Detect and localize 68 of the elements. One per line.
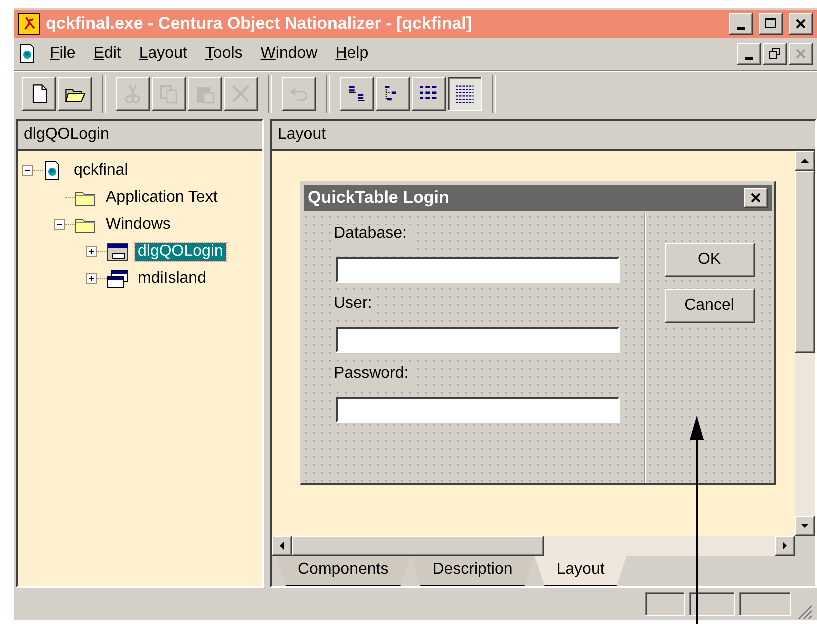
minimize-button[interactable] xyxy=(729,13,753,35)
scroll-thumb[interactable] xyxy=(292,536,544,556)
right-arrow-icon xyxy=(781,542,789,550)
tree-button[interactable] xyxy=(376,77,410,111)
close-icon xyxy=(794,48,808,60)
tree-item[interactable]: Windows xyxy=(103,216,174,234)
tab[interactable]: Layout xyxy=(534,556,627,586)
status-panel xyxy=(645,592,685,616)
maximize-icon xyxy=(764,18,778,30)
field-label: Database: xyxy=(334,225,411,249)
scroll-thumb[interactable] xyxy=(795,171,815,353)
input-field[interactable] xyxy=(336,257,620,283)
new-button[interactable] xyxy=(22,77,56,111)
menu-item[interactable]: Tools xyxy=(197,43,251,65)
menu-item[interactable]: Help xyxy=(328,43,377,65)
close-button[interactable] xyxy=(789,13,813,35)
menu-item[interactable]: Window xyxy=(252,43,326,65)
tree-item[interactable]: dlgQOLogin xyxy=(135,242,226,260)
table-view-icon xyxy=(454,83,476,105)
close-icon xyxy=(750,192,762,204)
expand-icon[interactable] xyxy=(86,246,97,257)
close-button[interactable] xyxy=(744,188,768,208)
expand-icon[interactable] xyxy=(86,273,97,284)
labels-button[interactable] xyxy=(340,77,374,111)
menu-item[interactable]: Layout xyxy=(131,43,196,65)
tab[interactable]: Description xyxy=(410,556,535,586)
dialog-window-icon xyxy=(107,240,129,262)
input-field[interactable] xyxy=(336,397,620,423)
scroll-down-button[interactable] xyxy=(795,516,815,536)
window-title: qckfinal.exe - Centura Object Nationalizer - [qckfinal] xyxy=(46,14,474,34)
restore-button[interactable] xyxy=(763,43,787,65)
down-arrow-icon xyxy=(801,522,809,530)
list-button[interactable] xyxy=(412,77,446,111)
open-button[interactable] xyxy=(58,77,92,111)
scroll-left-button[interactable] xyxy=(272,536,292,556)
vertical-scrollbar[interactable] xyxy=(795,151,815,536)
close-button[interactable] xyxy=(789,43,813,65)
left-arrow-icon xyxy=(278,542,286,550)
minimize-button[interactable] xyxy=(737,43,761,65)
scroll-up-button[interactable] xyxy=(795,151,815,171)
tree-item[interactable]: qckfinal xyxy=(71,162,132,180)
up-arrow-icon xyxy=(801,157,809,165)
dialog-title: QuickTable Login xyxy=(308,188,450,208)
tree-item[interactable]: Application Text xyxy=(103,188,221,206)
cross-icon xyxy=(230,83,252,105)
grid-button[interactable] xyxy=(448,77,482,111)
dialog-button[interactable]: OK xyxy=(664,243,754,277)
minimize-icon xyxy=(745,57,753,60)
tree-item[interactable]: mdiIsland xyxy=(135,270,210,288)
stacked-windows-icon xyxy=(107,268,129,290)
minimize-icon xyxy=(737,27,745,30)
close-icon xyxy=(794,18,808,30)
field-label: Password: xyxy=(334,365,413,389)
input-field[interactable] xyxy=(336,327,620,353)
restore-icon xyxy=(768,48,782,60)
dialog-button[interactable]: Cancel xyxy=(664,289,754,323)
menu-item[interactable]: Edit xyxy=(86,43,130,65)
copy-icon xyxy=(158,83,180,105)
collapse-icon[interactable] xyxy=(54,219,65,230)
horizontal-scrollbar[interactable] xyxy=(272,536,795,556)
maximize-button[interactable] xyxy=(759,13,783,35)
status-panel xyxy=(689,592,735,616)
tab[interactable]: Components xyxy=(276,556,411,586)
menu-item[interactable]: File xyxy=(42,43,84,65)
app-icon xyxy=(18,13,40,35)
status-panel xyxy=(739,592,791,616)
scroll-right-button[interactable] xyxy=(775,536,795,556)
collapse-icon[interactable] xyxy=(22,165,33,176)
